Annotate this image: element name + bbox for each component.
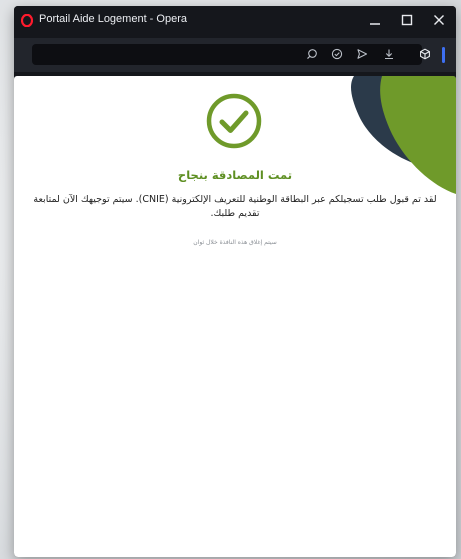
success-message: لقد تم قبول طلب تسجيلكم عبر البطاقة الوط… <box>33 194 437 219</box>
browser-window: Portail Aide Logement - Opera تمت المصاد… <box>14 6 456 557</box>
closing-note: سيتم إغلاق هذه النافذة خلال ثوان <box>193 239 277 246</box>
success-title: تمت المصادقة بنجاح <box>177 168 293 182</box>
extensions-button[interactable] <box>416 45 434 63</box>
opera-logo-icon <box>21 14 33 27</box>
browser-toolbar <box>14 38 456 72</box>
maximize-button[interactable] <box>396 9 418 31</box>
maximize-icon <box>401 14 413 26</box>
zoom-icon <box>307 49 317 60</box>
minimize-icon <box>370 23 380 25</box>
send-button[interactable] <box>353 45 371 63</box>
download-icon <box>385 49 393 60</box>
shield-icon <box>331 48 343 60</box>
close-button[interactable] <box>428 9 450 31</box>
downloads-button[interactable] <box>380 45 398 63</box>
zoom-button[interactable] <box>303 45 321 63</box>
check-circle-icon <box>206 93 262 149</box>
send-icon <box>357 49 368 59</box>
close-icon <box>434 15 444 25</box>
address-input[interactable] <box>32 44 304 65</box>
page-content: تمت المصادقة بنجاح لقد تم قبول طلب تسجيل… <box>14 76 456 557</box>
minimize-button[interactable] <box>364 9 386 31</box>
sidebar-accent <box>442 47 445 63</box>
window-title: Portail Aide Logement - Opera <box>39 13 187 25</box>
cube-icon <box>420 48 430 60</box>
security-button[interactable] <box>328 45 346 63</box>
title-bar[interactable]: Portail Aide Logement - Opera <box>14 6 456 34</box>
